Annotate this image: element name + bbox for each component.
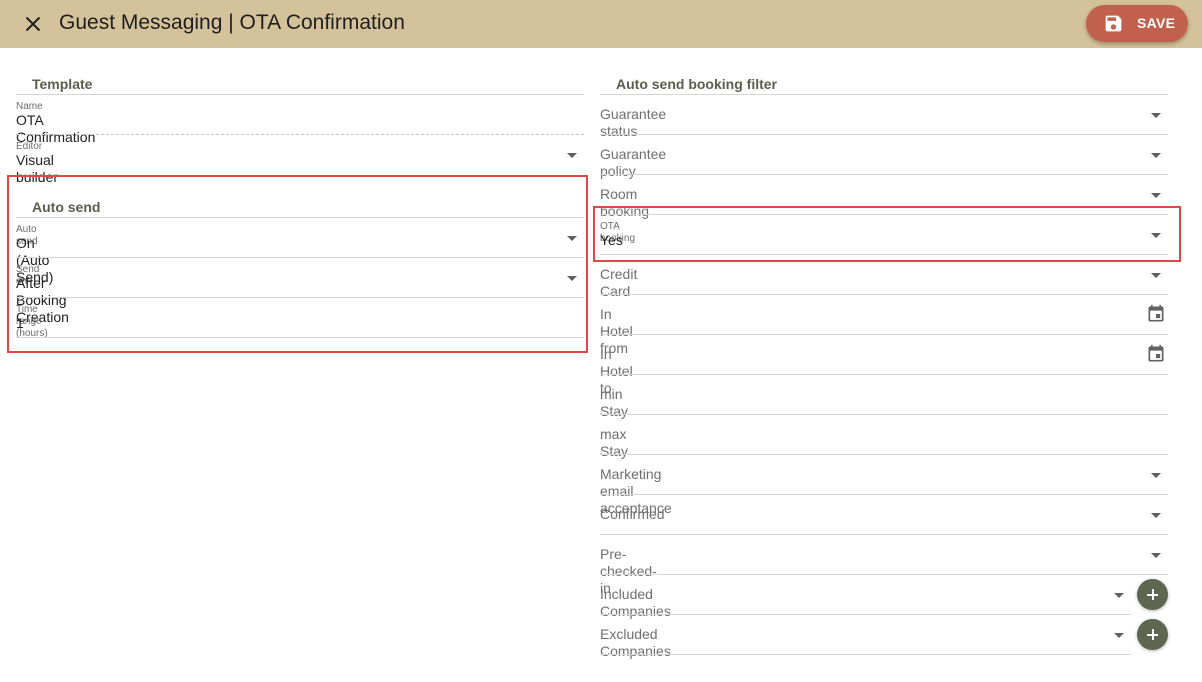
- add-included-company-button[interactable]: [1137, 579, 1168, 610]
- divider: [600, 454, 1168, 455]
- auto-send-section-title: Auto send: [32, 199, 101, 215]
- divider: [16, 337, 584, 338]
- divider: [600, 534, 1168, 535]
- divider: [600, 254, 1168, 255]
- divider: [600, 414, 1168, 415]
- caret-down-icon[interactable]: [1151, 113, 1161, 118]
- add-excluded-company-button[interactable]: [1137, 619, 1168, 650]
- caret-down-icon[interactable]: [1151, 553, 1161, 558]
- divider: [600, 294, 1168, 295]
- divider: [600, 94, 1168, 95]
- calendar-icon[interactable]: [1146, 304, 1166, 324]
- divider: [16, 257, 584, 258]
- page-title: Guest Messaging | OTA Confirmation: [59, 11, 405, 34]
- divider: [600, 174, 1168, 175]
- caret-down-icon[interactable]: [1151, 233, 1161, 238]
- template-section-title: Template: [32, 76, 93, 92]
- divider: [600, 494, 1168, 495]
- divider: [16, 217, 584, 218]
- caret-down-icon[interactable]: [567, 276, 577, 281]
- divider: [16, 94, 584, 95]
- divider: [16, 134, 584, 135]
- caret-down-icon[interactable]: [1114, 633, 1124, 638]
- caret-down-icon[interactable]: [567, 153, 577, 158]
- close-button[interactable]: [20, 11, 46, 37]
- divider: [600, 374, 1168, 375]
- app-toolbar: Guest Messaging | OTA Confirmation SAVE: [0, 0, 1202, 48]
- close-icon: [25, 16, 41, 32]
- caret-down-icon[interactable]: [1151, 193, 1161, 198]
- divider: [600, 614, 1131, 615]
- divider: [600, 134, 1168, 135]
- save-button[interactable]: SAVE: [1086, 5, 1188, 42]
- filter-section-title: Auto send booking filter: [616, 76, 777, 92]
- calendar-icon[interactable]: [1146, 344, 1166, 364]
- divider: [16, 297, 584, 298]
- caret-down-icon[interactable]: [1114, 593, 1124, 598]
- caret-down-icon[interactable]: [1151, 473, 1161, 478]
- confirmed-placeholder[interactable]: Confirmed: [600, 506, 665, 523]
- divider: [600, 214, 1168, 215]
- ota-booking-select-value[interactable]: Yes: [600, 232, 623, 249]
- caret-down-icon[interactable]: [1151, 153, 1161, 158]
- caret-down-icon[interactable]: [567, 236, 577, 241]
- floppy-disk-icon: [1105, 15, 1122, 32]
- divider: [600, 574, 1168, 575]
- time-range-input-value[interactable]: 1: [16, 315, 24, 332]
- caret-down-icon[interactable]: [1151, 513, 1161, 518]
- divider: [600, 654, 1131, 655]
- divider: [600, 334, 1168, 335]
- caret-down-icon[interactable]: [1151, 273, 1161, 278]
- save-button-label: SAVE: [1137, 15, 1176, 31]
